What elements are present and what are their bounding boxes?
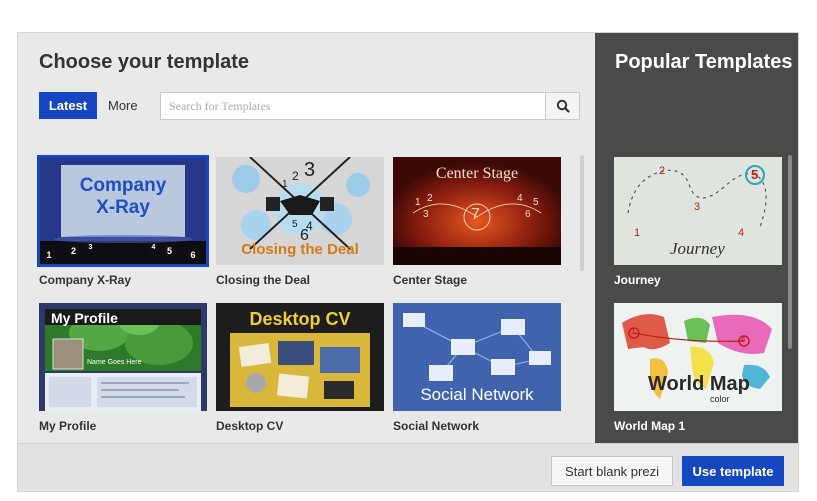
thumb-number: 2 xyxy=(427,193,433,204)
thumb-number: 3 xyxy=(86,243,95,252)
popular-card-world-map-1[interactable]: 1 4 World Map color World Map 1 xyxy=(614,303,782,433)
thumb-number: 3 xyxy=(304,159,316,181)
popular-templates-panel: Popular Templates 2 1 3 4 5 Journey Jour… xyxy=(595,33,798,443)
template-card-center-stage[interactable]: Center Stage 7 1 2 3 4 5 6 Center Stage xyxy=(393,157,561,287)
thumb-number: 2 xyxy=(292,169,299,183)
search-button[interactable] xyxy=(545,93,579,119)
template-card-closing-the-deal[interactable]: 3 2 1 4 6 5 Closing the Deal Closing the… xyxy=(216,157,384,287)
template-card-company-x-ray[interactable]: Company X-Ray 1 2 3 4 5 6 Company X-Ray xyxy=(37,155,209,287)
popular-title: Popular Templates xyxy=(615,51,793,73)
template-label: Social Network xyxy=(393,419,480,433)
tab-more[interactable]: More xyxy=(108,92,138,119)
thumb-number: 5 xyxy=(751,167,759,182)
thumb-number: 1 xyxy=(282,179,288,190)
thumb-caption: World Map xyxy=(648,373,750,395)
template-thumbnail: 2 1 3 4 5 Journey xyxy=(614,157,782,265)
thumb-number: 1 xyxy=(634,227,641,239)
popular-card-journey[interactable]: 2 1 3 4 5 Journey Journey xyxy=(614,157,782,287)
tab-latest[interactable]: Latest xyxy=(39,92,97,119)
start-blank-button[interactable]: Start blank prezi xyxy=(551,456,673,486)
thumb-number: 3 xyxy=(694,201,701,213)
template-card-social-network[interactable]: Social Network Social Network xyxy=(393,303,561,433)
template-thumbnail: Company X-Ray 1 2 3 4 5 6 xyxy=(37,155,209,267)
thumb-number: 6 xyxy=(187,249,199,261)
template-label: Center Stage xyxy=(393,273,468,287)
thumb-name: Name Goes Here xyxy=(87,359,142,366)
thumb-number: 2 xyxy=(659,165,666,177)
template-thumbnail: Desktop CV xyxy=(216,303,384,411)
template-card-my-profile[interactable]: My Profile Name Goes Here My Profile xyxy=(39,303,207,433)
template-thumbnail: 3 2 1 4 6 5 Closing the Deal xyxy=(216,157,384,265)
thumb-title-line2: X-Ray xyxy=(96,197,150,218)
search-icon xyxy=(556,99,570,113)
search-box xyxy=(160,92,580,120)
thumb-number: 5 xyxy=(533,197,539,208)
thumb-title-line1: Company xyxy=(79,175,167,196)
template-label: Journey xyxy=(614,273,661,287)
template-label: Desktop CV xyxy=(216,419,284,433)
use-template-button[interactable]: Use template xyxy=(682,456,784,486)
template-card-desktop-cv[interactable]: Desktop CV Desktop CV xyxy=(216,303,384,433)
thumb-number: 5 xyxy=(164,245,175,256)
thumb-heading: Desktop CV xyxy=(249,309,351,329)
thumb-caption: Closing the Deal xyxy=(241,241,359,258)
template-label: Closing the Deal xyxy=(216,273,311,287)
thumb-subcaption: color xyxy=(710,394,730,404)
template-browser: Choose your template Latest More Search … xyxy=(18,33,595,443)
thumb-number: 1 xyxy=(631,327,636,336)
search-input[interactable] xyxy=(161,93,545,119)
thumb-number: 1 xyxy=(415,197,421,208)
template-thumbnail: Center Stage 7 1 2 3 4 5 6 xyxy=(393,157,561,265)
thumb-number: 4 xyxy=(149,243,158,252)
template-label: My Profile xyxy=(39,419,97,433)
thumb-number: 3 xyxy=(423,209,429,220)
template-thumbnail: Social Network xyxy=(393,303,561,411)
template-label: Company X-Ray xyxy=(39,273,132,287)
templates-scrollbar[interactable] xyxy=(580,155,584,271)
thumb-number: 2 xyxy=(68,245,79,256)
thumb-number: 1 xyxy=(43,249,55,261)
thumb-caption: Social Network xyxy=(420,385,534,404)
thumb-number: 4 xyxy=(738,227,745,239)
thumb-caption: Center Stage xyxy=(435,165,519,182)
dialog-title: Choose your template xyxy=(39,51,250,73)
thumb-number: 7 xyxy=(471,206,480,223)
template-thumbnail: 1 4 World Map color xyxy=(614,303,782,411)
thumb-number: 4 xyxy=(517,193,523,204)
thumb-number: 4 xyxy=(741,335,746,344)
thumb-heading: My Profile xyxy=(51,310,118,326)
thumb-number: 6 xyxy=(525,209,531,220)
dialog-footer: Start blank prezi Use template xyxy=(18,443,798,491)
popular-scrollbar[interactable] xyxy=(788,155,792,349)
template-dialog: Choose your template Latest More Search … xyxy=(17,32,799,492)
thumb-number: 5 xyxy=(292,219,298,230)
thumb-caption: Journey xyxy=(670,239,725,258)
template-label: World Map 1 xyxy=(614,419,686,433)
template-thumbnail: My Profile Name Goes Here xyxy=(39,303,207,411)
